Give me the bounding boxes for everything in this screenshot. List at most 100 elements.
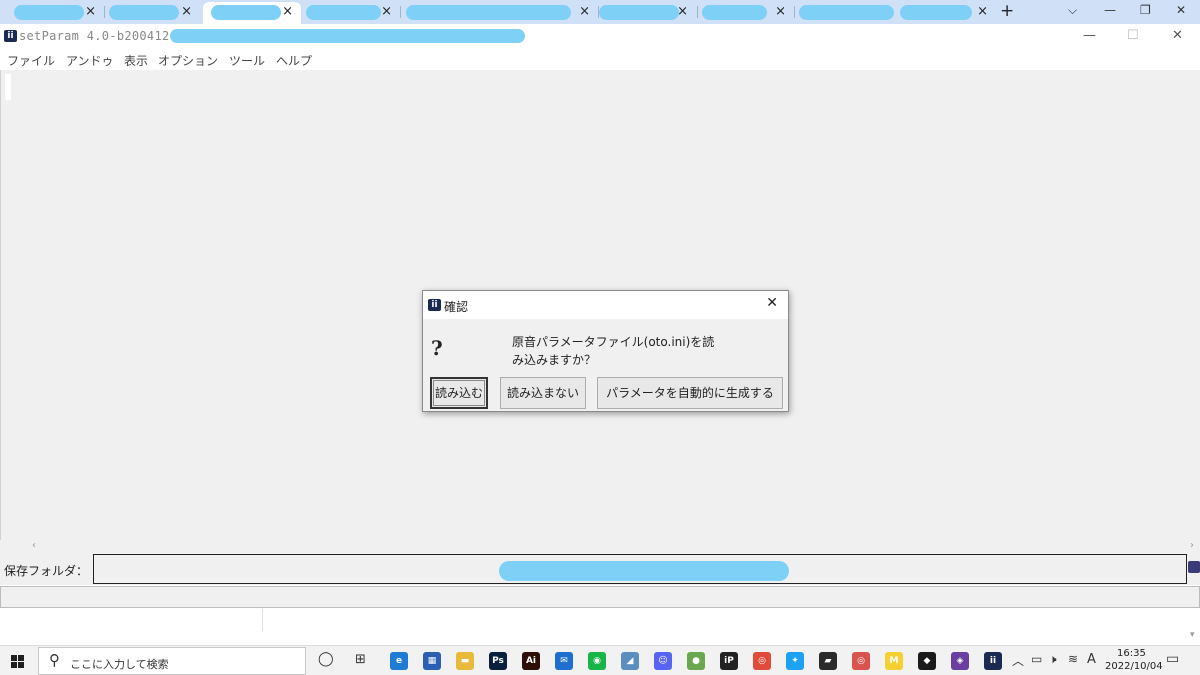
browser-minimize-icon[interactable]: — bbox=[1104, 3, 1116, 17]
menu-tools[interactable]: ツール bbox=[229, 52, 265, 69]
browser-tab[interactable]: × bbox=[896, 2, 996, 24]
taskbar-search-box[interactable]: ⚲ ここに入力して検索 bbox=[38, 647, 306, 675]
save-folder-label: 保存フォルダ： bbox=[4, 564, 89, 578]
redacted-tab-title bbox=[306, 5, 381, 20]
app-title: setParam 4.0-b200412 - bbox=[19, 29, 185, 43]
notifications-icon[interactable]: ▭ bbox=[1166, 651, 1179, 667]
menu-bar: ファイル アンドゥ 表示 オプション ツール ヘルプ bbox=[0, 50, 1200, 70]
redacted-tab-title bbox=[406, 5, 571, 20]
setparam-taskbar-icon[interactable]: ii bbox=[984, 652, 1002, 670]
network-icon[interactable]: ≋ bbox=[1068, 652, 1078, 666]
redacted-tab-title bbox=[799, 5, 894, 20]
dialog-close-icon[interactable]: ✕ bbox=[766, 295, 778, 311]
auto-generate-button[interactable]: パラメータを自動的に生成する bbox=[597, 377, 783, 409]
menu-file[interactable]: ファイル bbox=[7, 52, 55, 69]
app-close-icon[interactable]: ✕ bbox=[1172, 28, 1183, 43]
ime-indicator[interactable]: A bbox=[1087, 652, 1096, 667]
store-taskbar-icon[interactable]: ▦ bbox=[423, 652, 441, 670]
chrome-taskbar-icon[interactable]: ◎ bbox=[753, 652, 771, 670]
redacted-folder-path bbox=[499, 561, 789, 581]
clock-date[interactable]: 2022/10/04 bbox=[1105, 661, 1163, 672]
tab-close-icon[interactable]: × bbox=[775, 4, 786, 19]
photoshop-taskbar-icon[interactable]: Ps bbox=[489, 652, 507, 670]
question-icon: ? bbox=[431, 336, 443, 360]
dialog-message-line1: 原音パラメータファイル(oto.ini)を読 bbox=[512, 335, 715, 349]
app-blue-taskbar-icon[interactable]: ◢ bbox=[621, 652, 639, 670]
redacted-tab-title bbox=[109, 5, 179, 20]
dialog-title: 確認 bbox=[444, 300, 469, 314]
tab-close-icon[interactable]: × bbox=[579, 4, 590, 19]
save-folder-row: 保存フォルダ： bbox=[0, 553, 1200, 585]
browser-tab[interactable]: × bbox=[105, 2, 200, 24]
tab-close-icon[interactable]: × bbox=[977, 4, 988, 19]
browser-tab[interactable] bbox=[795, 2, 895, 24]
volume-icon[interactable]: 🕨 bbox=[1049, 652, 1057, 667]
tab-close-icon[interactable]: × bbox=[282, 4, 293, 19]
tab-close-icon[interactable]: × bbox=[181, 4, 192, 19]
search-placeholder: ここに入力して検索 bbox=[70, 658, 169, 671]
tab-close-icon[interactable]: × bbox=[677, 4, 688, 19]
horizontal-scrollbar[interactable] bbox=[0, 540, 1200, 553]
tab-close-icon[interactable]: × bbox=[381, 4, 392, 19]
app-minimize-icon[interactable]: — bbox=[1083, 28, 1096, 43]
line-taskbar-icon[interactable]: ◉ bbox=[588, 652, 606, 670]
window-background bbox=[0, 609, 1200, 645]
browser-close-icon[interactable]: ✕ bbox=[1176, 3, 1186, 17]
dont-load-button[interactable]: 読み込まない bbox=[500, 377, 586, 409]
discord-taskbar-icon[interactable]: ☺ bbox=[654, 652, 672, 670]
browser-tab-active[interactable]: × bbox=[203, 2, 301, 24]
clip-studio-taskbar-icon[interactable]: iP bbox=[720, 652, 738, 670]
redacted-tab-title bbox=[211, 5, 281, 20]
explorer-taskbar-icon[interactable]: ▬ bbox=[456, 652, 474, 670]
mail-taskbar-icon[interactable]: ✉ bbox=[555, 652, 573, 670]
menu-help[interactable]: ヘルプ bbox=[276, 52, 312, 69]
sticky-notes-taskbar-icon[interactable]: ▰ bbox=[819, 652, 837, 670]
battery-icon[interactable]: ▭ bbox=[1031, 652, 1042, 666]
browser-tab[interactable]: × bbox=[302, 2, 400, 24]
task-view-icon[interactable]: ◯ bbox=[318, 651, 334, 667]
redacted-file-path bbox=[170, 29, 525, 43]
menu-view[interactable]: 表示 bbox=[124, 52, 148, 69]
redacted-tab-title bbox=[599, 5, 679, 20]
browser-tab[interactable]: × bbox=[599, 2, 696, 24]
tray-chevron-icon[interactable]: ︿ bbox=[1012, 652, 1024, 669]
save-folder-field[interactable] bbox=[93, 554, 1187, 584]
search-icon: ⚲ bbox=[49, 651, 60, 669]
status-bar bbox=[0, 586, 1200, 608]
taskbar: ⚲ ここに入力して検索 ◯ ⊞ e ▦ ▬ Ps Ai ✉ ◉ ◢ ☺ ● iP ◎ ✦ ▰ ◎ M ◆ ◈ ii … bbox=[0, 645, 1200, 675]
miro-taskbar-icon[interactable]: M bbox=[885, 652, 903, 670]
tab-close-icon[interactable]: × bbox=[85, 4, 96, 19]
visual-studio-taskbar-icon[interactable]: ◈ bbox=[951, 652, 969, 670]
redacted-tab-title bbox=[702, 5, 767, 20]
redacted-tab-title bbox=[900, 5, 972, 20]
twitter-taskbar-icon[interactable]: ✦ bbox=[786, 652, 804, 670]
clock-time[interactable]: 16:35 bbox=[1117, 648, 1146, 659]
setparam-app-icon: ii bbox=[4, 30, 17, 42]
scroll-down-icon[interactable]: ▾ bbox=[1190, 630, 1195, 640]
browser-tab[interactable]: × bbox=[401, 2, 598, 24]
new-tab-icon[interactable]: + bbox=[1000, 1, 1014, 21]
illustrator-taskbar-icon[interactable]: Ai bbox=[522, 652, 540, 670]
redacted-tab-title bbox=[14, 5, 84, 20]
browser-tab[interactable]: × bbox=[698, 2, 794, 24]
browser-tab[interactable]: × bbox=[4, 2, 104, 24]
app-maximize-icon[interactable]: ☐ bbox=[1127, 28, 1139, 43]
load-button[interactable]: 読み込む bbox=[430, 377, 488, 409]
dialog-titlebar: ii 確認 ✕ bbox=[423, 291, 788, 319]
browser-restore-icon[interactable]: ❐ bbox=[1140, 3, 1151, 17]
windows-start-icon[interactable] bbox=[11, 655, 24, 668]
scroll-right-icon[interactable]: › bbox=[1190, 540, 1194, 551]
dialog-message-line2: み込みますか？ bbox=[512, 353, 597, 367]
menu-undo[interactable]: アンドゥ bbox=[66, 52, 114, 69]
tab-list-chevron-icon[interactable]: ⌵ bbox=[1068, 3, 1077, 18]
dialog-app-icon: ii bbox=[428, 299, 441, 311]
app-multi-taskbar-icon[interactable]: ● bbox=[687, 652, 705, 670]
row-header-cell bbox=[5, 74, 11, 100]
scroll-left-icon[interactable]: ‹ bbox=[32, 540, 36, 551]
widgets-icon[interactable]: ⊞ bbox=[355, 652, 366, 667]
app-dark-taskbar-icon[interactable]: ◆ bbox=[918, 652, 936, 670]
menu-options[interactable]: オプション bbox=[158, 52, 218, 69]
edge-taskbar-icon[interactable]: e bbox=[390, 652, 408, 670]
chrome-profile-taskbar-icon[interactable]: ◎ bbox=[852, 652, 870, 670]
folder-browse-icon[interactable] bbox=[1188, 561, 1200, 573]
